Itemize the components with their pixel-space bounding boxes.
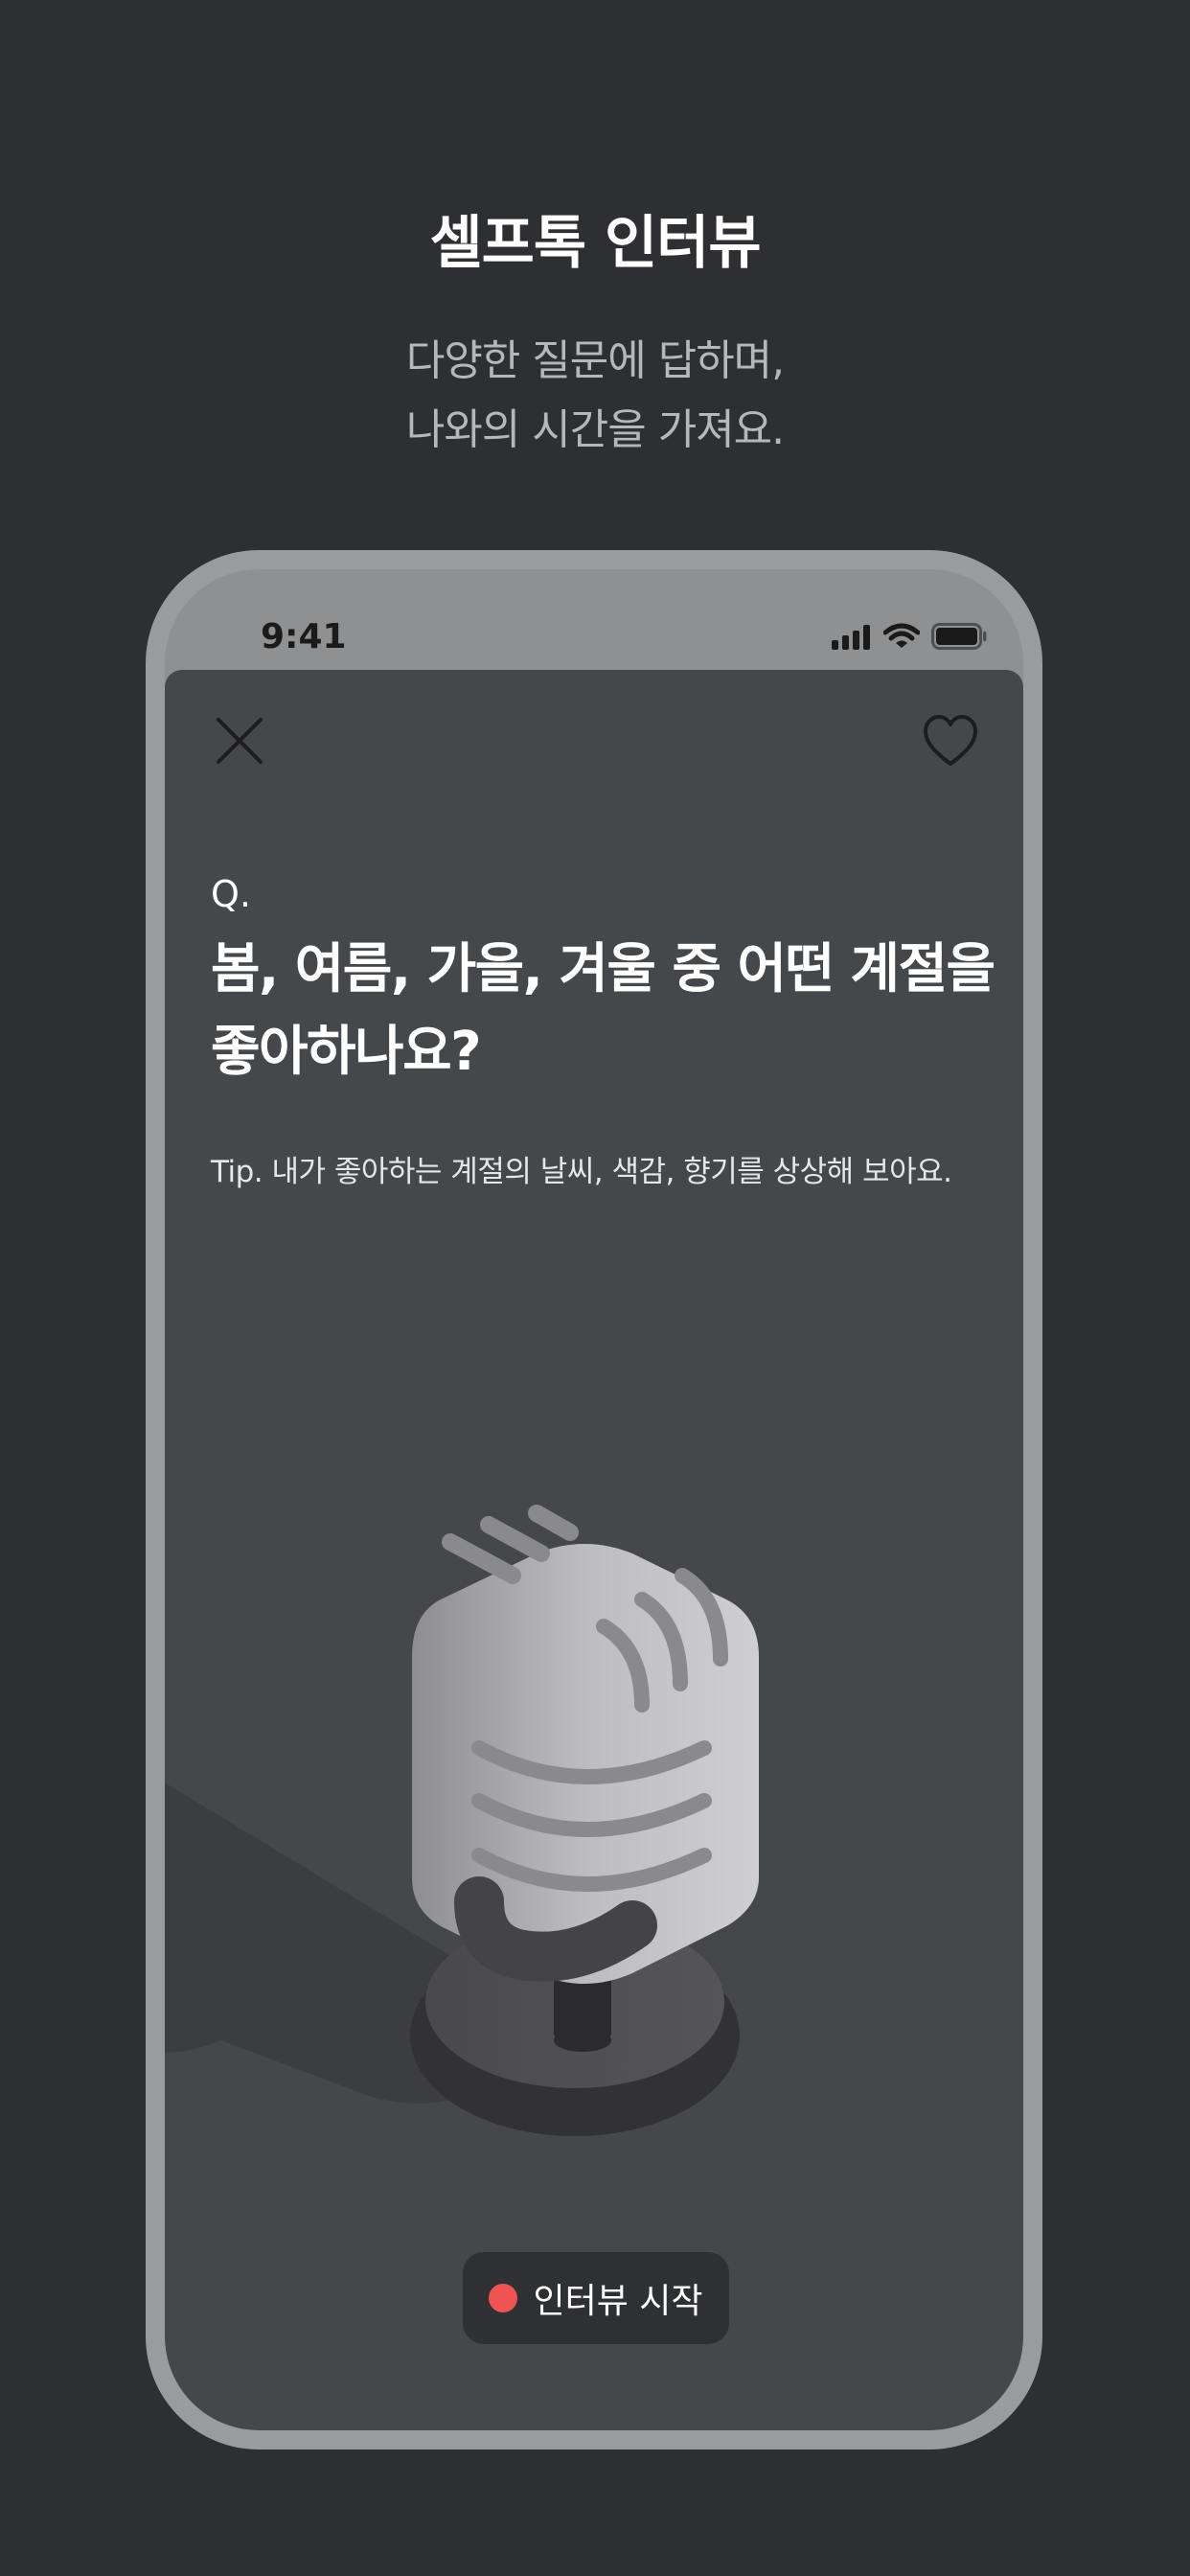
battery-icon — [931, 623, 987, 650]
phone-mockup: 9:41 Q. 봄, 여름, 가을, 겨울 중 어떤 계절을 좋아하나요? Ti… — [146, 550, 1042, 2450]
question-text: 봄, 여름, 가을, 겨울 중 어떤 계절을 좋아하나요? — [211, 938, 995, 1083]
start-interview-button[interactable]: 인터뷰 시작 — [463, 2252, 729, 2344]
start-interview-label: 인터뷰 시작 — [533, 2282, 703, 2321]
heart-icon[interactable] — [922, 714, 979, 768]
hero-subtitle-line-2: 나와의 시간을 가져요. — [405, 405, 785, 454]
close-icon[interactable] — [215, 716, 264, 766]
microphone-illustration — [165, 1505, 759, 2136]
status-time: 9:41 — [261, 617, 347, 656]
wifi-icon — [883, 623, 920, 648]
hero-subtitle-line-1: 다양한 질문에 답하며, — [405, 336, 785, 385]
phone-screen-frame: 9:41 Q. 봄, 여름, 가을, 겨울 중 어떤 계절을 좋아하나요? Ti… — [165, 569, 1023, 2430]
status-indicators — [832, 623, 987, 650]
hero-title: 셀프톡 인터뷰 — [429, 210, 761, 277]
app-screen: Q. 봄, 여름, 가을, 겨울 중 어떤 계절을 좋아하나요? Tip. 내가… — [165, 670, 1023, 2430]
signal-icon — [832, 625, 870, 650]
record-dot-icon — [489, 2284, 518, 2312]
question-label: Q. — [211, 873, 251, 915]
question-tip: Tip. 내가 좋아하는 계절의 날씨, 색감, 향기를 상상해 보아요. — [211, 1155, 952, 1189]
